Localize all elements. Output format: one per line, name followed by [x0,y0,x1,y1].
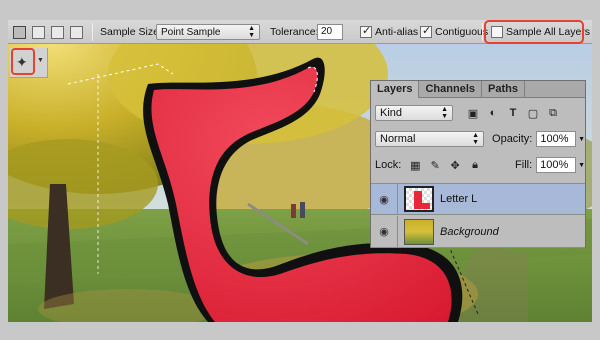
visibility-eye-icon[interactable]: ◉ [371,193,397,206]
panel-tabs: Layers Channels Paths [371,81,585,98]
chevron-updown-icon: ▲ ▼ [248,25,255,39]
sample-size-label: Sample Size: [100,26,162,38]
anti-alias-checkbox[interactable] [360,24,372,38]
chevron-down-icon[interactable]: ▼ [37,57,44,64]
sample-all-layers-highlight [484,20,584,44]
tolerance-input[interactable]: 20 [317,24,343,40]
tab-paths[interactable]: Paths [482,81,525,97]
type-filter-icon[interactable]: T [503,107,523,119]
sample-size-value: Point Sample [161,26,221,38]
layers-panel: Layers Channels Paths Kind ▲ ▼ ▣ ◐ T ▢ ⧉ … [370,80,586,248]
smart-object-filter-icon[interactable]: ⧉ [543,107,563,120]
tolerance-label: Tolerance: [270,26,319,38]
lock-all-icon[interactable]: 🔒︎ [465,159,485,172]
chevron-down-icon[interactable]: ▼ [578,136,585,143]
anti-alias-label: Anti-alias [375,26,419,38]
app-frame: Sample Size: Point Sample ▲ ▼ Tolerance: … [0,0,600,340]
layer-row-letter-l[interactable]: ◉ Letter L [371,183,585,215]
blend-mode-value: Normal [380,133,416,145]
subtract-from-selection-button[interactable] [51,24,64,40]
layer-thumbnail [404,218,434,245]
pixel-filter-icon[interactable]: ▣ [463,107,483,120]
fill-input[interactable]: 100% [536,157,577,173]
adjustment-filter-icon[interactable]: ◐ [483,107,503,119]
chevron-updown-icon: ▲ ▼ [472,132,480,146]
intersect-selection-button[interactable] [70,24,83,40]
lock-label: Lock: [375,159,402,171]
layer-thumbnail [404,186,434,212]
blend-mode-dropdown[interactable]: Normal ▲ ▼ [375,131,485,147]
chevron-down-icon[interactable]: ▼ [578,162,585,169]
opacity-input[interactable]: 100% [536,131,577,147]
separator [482,23,483,41]
magic-wand-highlight [11,48,35,75]
lock-image-icon[interactable]: ✎ [425,159,445,172]
opacity-label: Opacity: [492,133,533,145]
contiguous-checkbox[interactable] [420,24,432,38]
anti-alias-toggle[interactable]: Anti-alias [360,24,418,40]
layer-row-background[interactable]: ◉ Background [371,215,585,248]
lock-position-icon[interactable]: ✥ [445,159,465,172]
filter-kind-value: Kind [380,107,403,119]
lock-transparent-icon[interactable]: ▦ [405,159,425,172]
add-to-selection-button[interactable] [32,24,45,40]
contiguous-label: Contiguous [435,26,489,38]
shape-filter-icon[interactable]: ▢ [523,107,543,120]
layer-name[interactable]: Background [440,226,499,238]
separator [92,23,93,41]
layer-filter-dropdown[interactable]: Kind ▲ ▼ [375,105,453,121]
chevron-updown-icon: ▲ ▼ [441,106,448,120]
visibility-eye-icon[interactable]: ◉ [371,225,397,238]
tab-layers[interactable]: Layers [371,81,420,98]
tab-channels[interactable]: Channels [419,81,482,97]
fill-label: Fill: [515,159,533,171]
new-selection-button[interactable] [13,24,26,40]
contiguous-toggle[interactable]: Contiguous [420,24,488,40]
sample-size-dropdown[interactable]: Point Sample ▲ ▼ [156,24,260,40]
layer-name[interactable]: Letter L [440,193,477,205]
